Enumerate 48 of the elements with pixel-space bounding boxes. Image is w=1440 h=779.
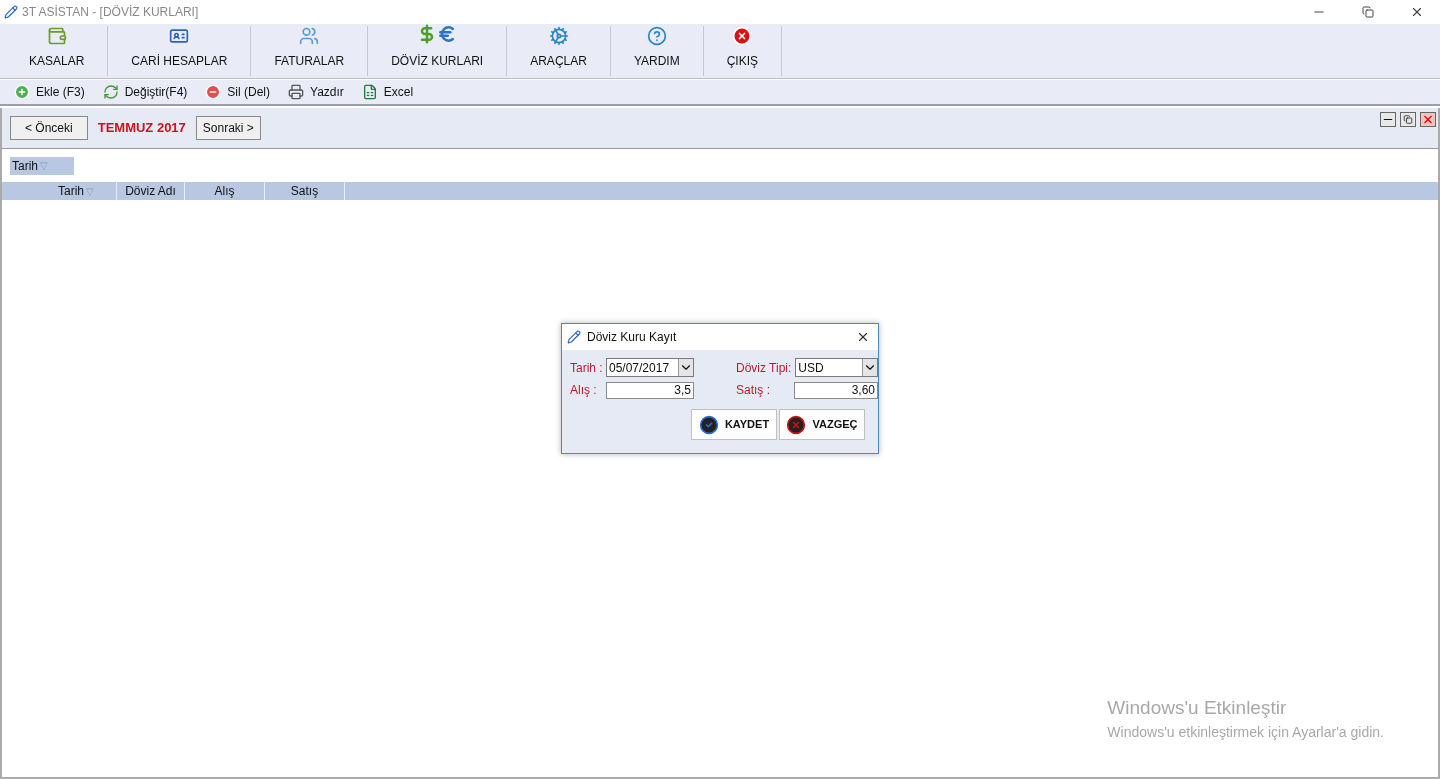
refresh-icon [102, 84, 119, 100]
activation-notice-title: Windows'u Etkinleştir [1107, 695, 1288, 720]
toolbar-button[interactable]: Sil (Del) [205, 83, 271, 101]
field-label: Alış : [570, 382, 598, 399]
toolbar-button[interactable]: FATURALAR [251, 26, 369, 76]
toolbar-button[interactable]: CARİ HESAPLAR [108, 26, 252, 76]
toolbar-button[interactable]: Ekle (F3) [14, 83, 85, 101]
restore-icon[interactable] [1362, 6, 1374, 18]
column-header[interactable]: Döviz Adı [117, 182, 185, 200]
input-field[interactable]: 3,60 [793, 381, 878, 399]
toolbar-button[interactable]: ARAÇLAR [507, 26, 611, 76]
toolbar-button[interactable]: DÖVİZ KURLARI [368, 26, 508, 76]
close-icon[interactable] [1410, 5, 1424, 19]
activation-notice-text: Windows'u etkinleştirmek için Ayarlar'a gidin. [1107, 723, 1384, 742]
toolbar-button[interactable]: Yazdır [288, 83, 344, 101]
restore-icon[interactable] [1400, 112, 1416, 127]
previous-button[interactable]: < Önceki [10, 116, 88, 140]
column-header[interactable]: Alış [185, 182, 265, 200]
column-header[interactable]: Tarih ▽ [2, 182, 117, 200]
save-button[interactable]: KAYDET [691, 409, 777, 440]
close-icon[interactable] [856, 330, 870, 344]
check-icon [698, 414, 719, 435]
group-by-chip[interactable]: Tarih ▽ [10, 156, 74, 175]
field-label: Döviz Tipi: [736, 359, 792, 377]
window-title: 3T ASİSTAN - [DÖVİZ KURLARI] [22, 4, 199, 21]
pencil-icon [567, 330, 581, 344]
toolbar-button[interactable]: YARDIM [610, 26, 704, 76]
cancel-button[interactable]: VAZGEÇ [779, 409, 865, 440]
dropdown-field[interactable]: USD [795, 358, 878, 377]
toolbar-button[interactable]: KASALAR [6, 26, 109, 76]
next-button[interactable]: Sonraki > [195, 116, 261, 140]
minus-icon [205, 84, 222, 100]
dialog-title: Döviz Kuru Kayıt [587, 329, 677, 346]
field-label: Tarih : [570, 359, 602, 377]
cross-circle-icon [786, 414, 807, 435]
spreadsheet-icon [361, 84, 378, 100]
toolbar-button[interactable]: ÇIKIŞ [703, 26, 782, 76]
plus-icon [14, 84, 30, 100]
column-header[interactable]: Satış [265, 182, 345, 200]
field-label: Satış : [736, 382, 771, 399]
input-field[interactable]: 3,5 [606, 381, 694, 399]
month-label: TEMMUZ 2017 [97, 119, 186, 138]
printer-icon [288, 84, 305, 100]
toolbar-button[interactable]: Değiştir(F4) [102, 83, 188, 101]
minimize-icon[interactable] [1380, 112, 1396, 127]
pencil-icon [4, 5, 18, 19]
toolbar-button[interactable]: Excel [361, 83, 414, 101]
dropdown-field[interactable]: 05/07/2017 [606, 358, 694, 377]
